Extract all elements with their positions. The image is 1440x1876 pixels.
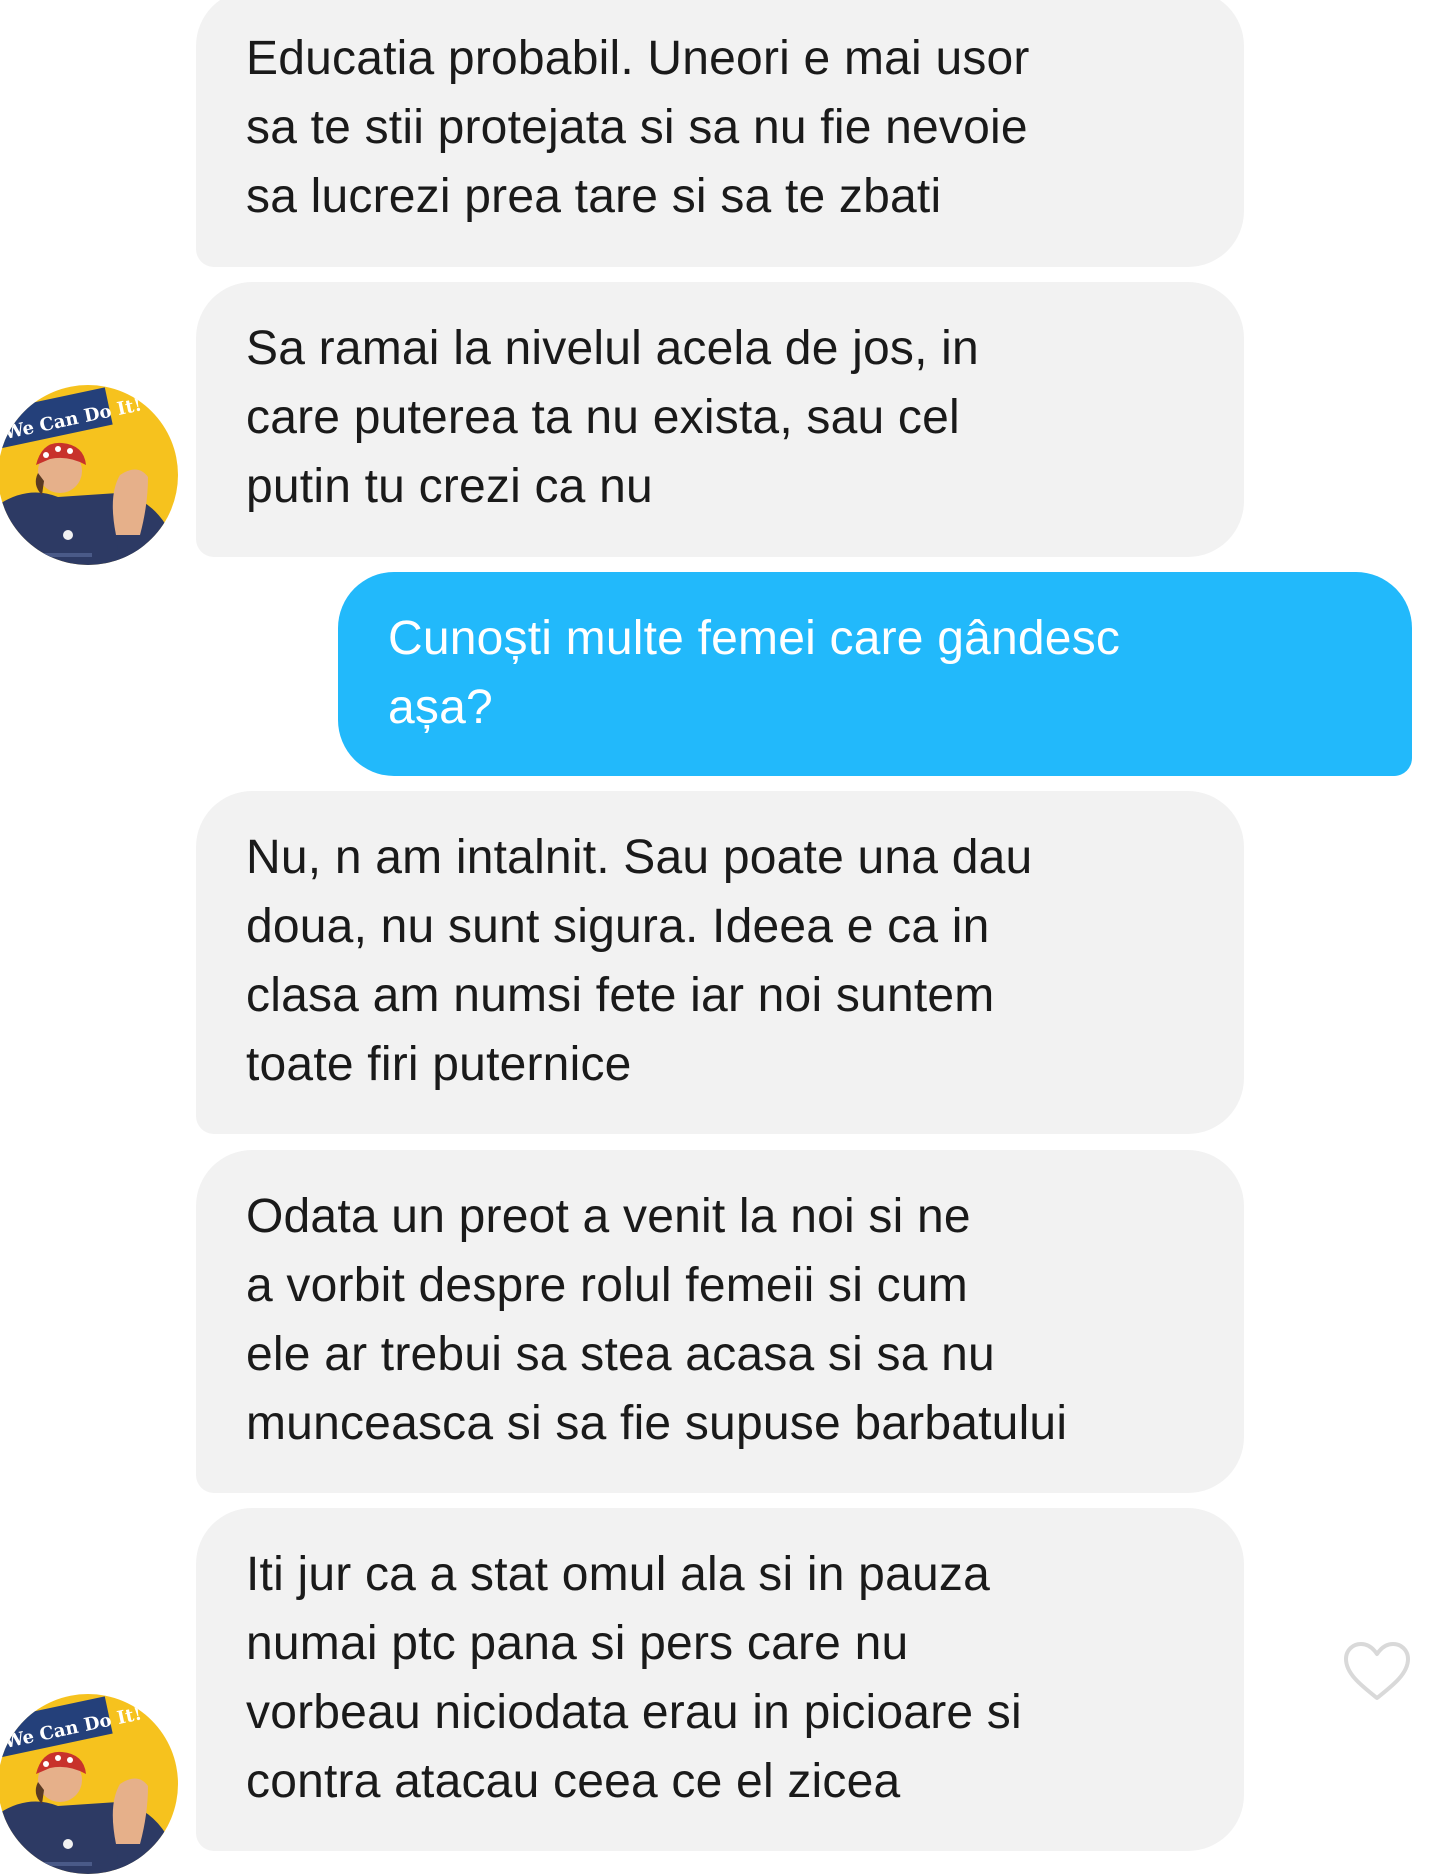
message-text-line: munceasca si sa fie supuse barbatului [246, 1397, 1068, 1450]
contact-avatar[interactable]: We Can Do It! [0, 1694, 178, 1874]
message-bubble-incoming[interactable]: Sa ramai la nivelul acela de jos, in car… [196, 282, 1244, 557]
message-bubble-incoming[interactable]: Nu, n am intalnit. Sau poate una dau dou… [196, 791, 1244, 1134]
message-text-line: Odata un preot a venit la noi si ne [246, 1190, 971, 1243]
message-text-line: sa lucrezi prea tare si sa te zbati [246, 170, 942, 223]
message-text-line: Iti jur ca a stat omul ala si in pauza [246, 1548, 990, 1601]
message-text-line: toate firi puternice [246, 1038, 632, 1091]
message-bubble-incoming[interactable]: Iti jur ca a stat omul ala si in pauza n… [196, 1508, 1244, 1851]
we-can-do-it-poster-icon: We Can Do It! [0, 385, 178, 565]
like-button[interactable] [1342, 1640, 1412, 1702]
message-text-line: Cunoști multe femei care gândesc [388, 612, 1121, 665]
message-bubble-incoming[interactable]: Odata un preot a venit la noi si ne a vo… [196, 1150, 1244, 1493]
message-text-line: Educatia probabil. Uneori e mai usor [246, 32, 1030, 85]
message-text-line: Nu, n am intalnit. Sau poate una dau [246, 831, 1033, 884]
message-text-line: numai ptc pana si pers care nu [246, 1617, 909, 1670]
message-text-line: doua, nu sunt sigura. Ideea e ca in [246, 900, 990, 953]
message-bubble-incoming[interactable]: Educatia probabil. Uneori e mai usor sa … [196, 0, 1244, 267]
message-text-line: ele ar trebui sa stea acasa si sa nu [246, 1328, 995, 1381]
message-text-line: a vorbit despre rolul femeii si cum [246, 1259, 968, 1312]
we-can-do-it-poster-icon: We Can Do It! [0, 1694, 178, 1874]
contact-avatar[interactable]: We Can Do It! [0, 385, 178, 565]
message-text-line: Sa ramai la nivelul acela de jos, in [246, 322, 979, 375]
message-bubble-outgoing[interactable]: Cunoști multe femei care gândesc așa? [338, 572, 1412, 776]
message-text-line: putin tu crezi ca nu [246, 460, 653, 513]
message-text-line: contra atacau ceea ce el zicea [246, 1755, 901, 1808]
message-text-line: așa? [388, 681, 493, 734]
message-text-line: clasa am numsi fete iar noi suntem [246, 969, 995, 1022]
message-text-line: care puterea ta nu exista, sau cel [246, 391, 960, 444]
message-text-line: sa te stii protejata si sa nu fie nevoie [246, 101, 1028, 154]
heart-outline-icon [1344, 1642, 1410, 1700]
message-text-line: vorbeau niciodata erau in picioare si [246, 1686, 1022, 1739]
